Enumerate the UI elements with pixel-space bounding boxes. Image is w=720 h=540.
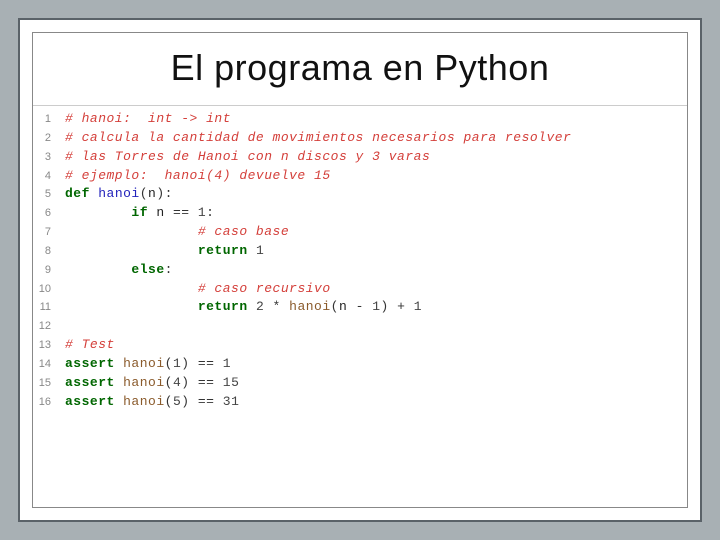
line-number: 16 bbox=[33, 395, 65, 411]
code-line: 6 if n == 1: bbox=[33, 204, 687, 223]
code-content: if n == 1: bbox=[65, 204, 214, 223]
slide-title: El programa en Python bbox=[33, 33, 687, 105]
line-number: 8 bbox=[33, 244, 65, 260]
line-number: 4 bbox=[33, 169, 65, 185]
code-content: # caso base bbox=[65, 223, 289, 242]
code-line: 14assert hanoi(1) == 1 bbox=[33, 355, 687, 374]
code-content: # caso recursivo bbox=[65, 280, 331, 299]
code-line: 11 return 2 * hanoi(n - 1) + 1 bbox=[33, 298, 687, 317]
code-block: 1# hanoi: int -> int2# calcula la cantid… bbox=[33, 106, 687, 412]
code-content: # hanoi: int -> int bbox=[65, 110, 231, 129]
line-number: 12 bbox=[33, 319, 65, 335]
code-line: 9 else: bbox=[33, 261, 687, 280]
code-line: 1# hanoi: int -> int bbox=[33, 110, 687, 129]
code-content: def hanoi(n): bbox=[65, 185, 173, 204]
code-content: # Test bbox=[65, 336, 115, 355]
code-line: 2# calcula la cantidad de movimientos ne… bbox=[33, 129, 687, 148]
code-line: 13# Test bbox=[33, 336, 687, 355]
line-number: 2 bbox=[33, 131, 65, 147]
code-line: 7 # caso base bbox=[33, 223, 687, 242]
line-number: 5 bbox=[33, 187, 65, 203]
slide-frame: El programa en Python 1# hanoi: int -> i… bbox=[18, 18, 702, 522]
code-content: else: bbox=[65, 261, 173, 280]
code-content: assert hanoi(4) == 15 bbox=[65, 374, 239, 393]
code-line: 3# las Torres de Hanoi con n discos y 3 … bbox=[33, 148, 687, 167]
code-line: 5def hanoi(n): bbox=[33, 185, 687, 204]
line-number: 6 bbox=[33, 206, 65, 222]
code-line: 8 return 1 bbox=[33, 242, 687, 261]
code-content bbox=[65, 317, 73, 336]
line-number: 1 bbox=[33, 112, 65, 128]
line-number: 14 bbox=[33, 357, 65, 373]
code-line: 16assert hanoi(5) == 31 bbox=[33, 393, 687, 412]
code-content: return 1 bbox=[65, 242, 264, 261]
line-number: 7 bbox=[33, 225, 65, 241]
line-number: 10 bbox=[33, 282, 65, 298]
line-number: 9 bbox=[33, 263, 65, 279]
code-content: return 2 * hanoi(n - 1) + 1 bbox=[65, 298, 422, 317]
code-line: 10 # caso recursivo bbox=[33, 280, 687, 299]
code-line: 4# ejemplo: hanoi(4) devuelve 15 bbox=[33, 167, 687, 186]
code-line: 12 bbox=[33, 317, 687, 336]
line-number: 15 bbox=[33, 376, 65, 392]
code-content: assert hanoi(5) == 31 bbox=[65, 393, 239, 412]
code-content: # las Torres de Hanoi con n discos y 3 v… bbox=[65, 148, 430, 167]
line-number: 11 bbox=[33, 300, 65, 316]
line-number: 3 bbox=[33, 150, 65, 166]
code-content: # ejemplo: hanoi(4) devuelve 15 bbox=[65, 167, 331, 186]
line-number: 13 bbox=[33, 338, 65, 354]
code-content: # calcula la cantidad de movimientos nec… bbox=[65, 129, 571, 148]
code-content: assert hanoi(1) == 1 bbox=[65, 355, 231, 374]
code-line: 15assert hanoi(4) == 15 bbox=[33, 374, 687, 393]
slide-inner: El programa en Python 1# hanoi: int -> i… bbox=[32, 32, 688, 508]
